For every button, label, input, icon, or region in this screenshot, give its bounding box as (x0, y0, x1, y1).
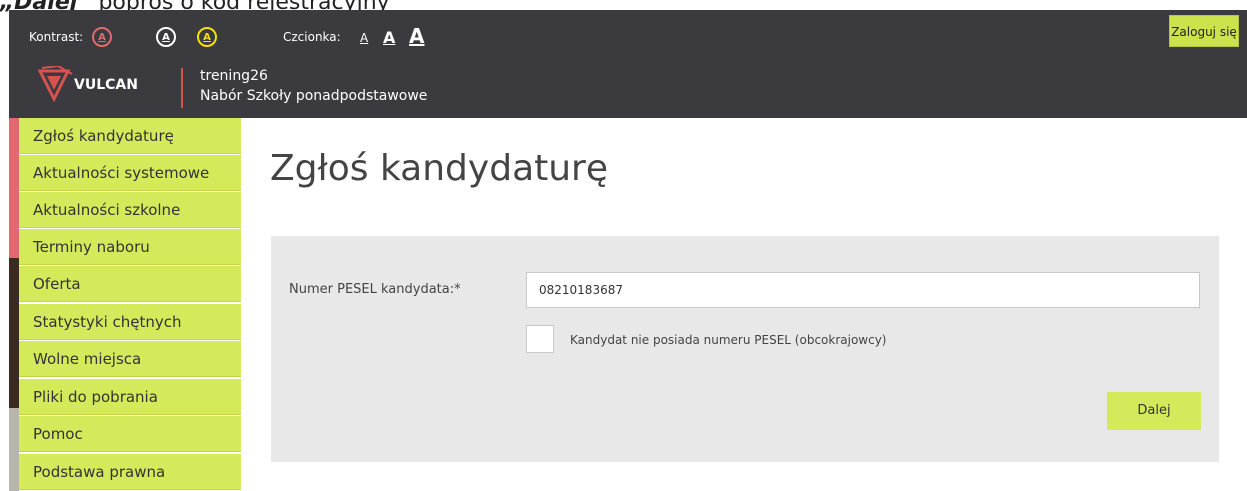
no-pesel-label: Kandydat nie posiada numeru PESEL (obcok… (570, 333, 887, 347)
sidebar-item-wolne-miejsca[interactable]: Wolne miejsca (19, 341, 241, 377)
brand-divider (181, 68, 183, 108)
next-button[interactable]: Dalej (1107, 392, 1201, 430)
contrast-yellow-button[interactable]: A (197, 27, 217, 47)
sidebar-item-pliki-do-pobrania[interactable]: Pliki do pobrania (19, 379, 241, 415)
sidebar-image-strip (9, 118, 19, 491)
vulcan-logo-text: VULCAN (74, 77, 138, 93)
sidebar-item-statystyki-chetnych[interactable]: Statystyki chętnych (19, 304, 241, 340)
font-size-small-button[interactable]: A (360, 31, 368, 45)
pesel-label: Numer PESEL kandydata:* (289, 282, 461, 297)
candidate-form: Numer PESEL kandydata:* 08210183687 Kand… (271, 236, 1219, 462)
instance-name: trening26 (200, 68, 268, 84)
login-button[interactable]: Zaloguj się (1169, 15, 1239, 47)
sidebar-item-podstawa-prawna[interactable]: Podstawa prawna (19, 454, 241, 490)
sidebar-item-aktualnosci-szkolne[interactable]: Aktualności szkolne (19, 192, 241, 228)
vulcan-logo[interactable]: VULCAN (37, 64, 158, 103)
sidebar: Zgłoś kandydaturę Aktualności systemowe … (9, 118, 241, 491)
contrast-default-button[interactable]: A (92, 27, 112, 47)
contrast-label: Kontrast: (29, 30, 84, 44)
brand-bar: VULCAN trening26 Nabór Szkoły ponadpodst… (9, 60, 1247, 118)
font-size-medium-button[interactable]: A (383, 28, 395, 47)
sidebar-item-oferta[interactable]: Oferta (19, 266, 241, 302)
pesel-input[interactable]: 08210183687 (526, 272, 1200, 308)
font-size-large-button[interactable]: A (409, 24, 424, 48)
top-toolbar: Kontrast: A A A Czcionka: A A A Zaloguj … (9, 10, 1247, 60)
recruitment-name: Nabór Szkoły ponadpodstawowe (200, 88, 428, 104)
sidebar-item-zglos-kandydature[interactable]: Zgłoś kandydaturę (19, 118, 241, 154)
font-size-label: Czcionka: (283, 30, 341, 44)
no-pesel-checkbox[interactable] (526, 325, 554, 353)
sidebar-item-aktualnosci-systemowe[interactable]: Aktualności systemowe (19, 155, 241, 191)
sidebar-item-terminy-naboru[interactable]: Terminy naboru (19, 229, 241, 265)
page-title: Zgłoś kandydaturę (270, 148, 609, 189)
instruction-caption: „Dalej” poproś o kod rejestracyjny (0, 0, 800, 15)
contrast-white-button[interactable]: A (156, 27, 176, 47)
sidebar-item-pomoc[interactable]: Pomoc (19, 416, 241, 452)
